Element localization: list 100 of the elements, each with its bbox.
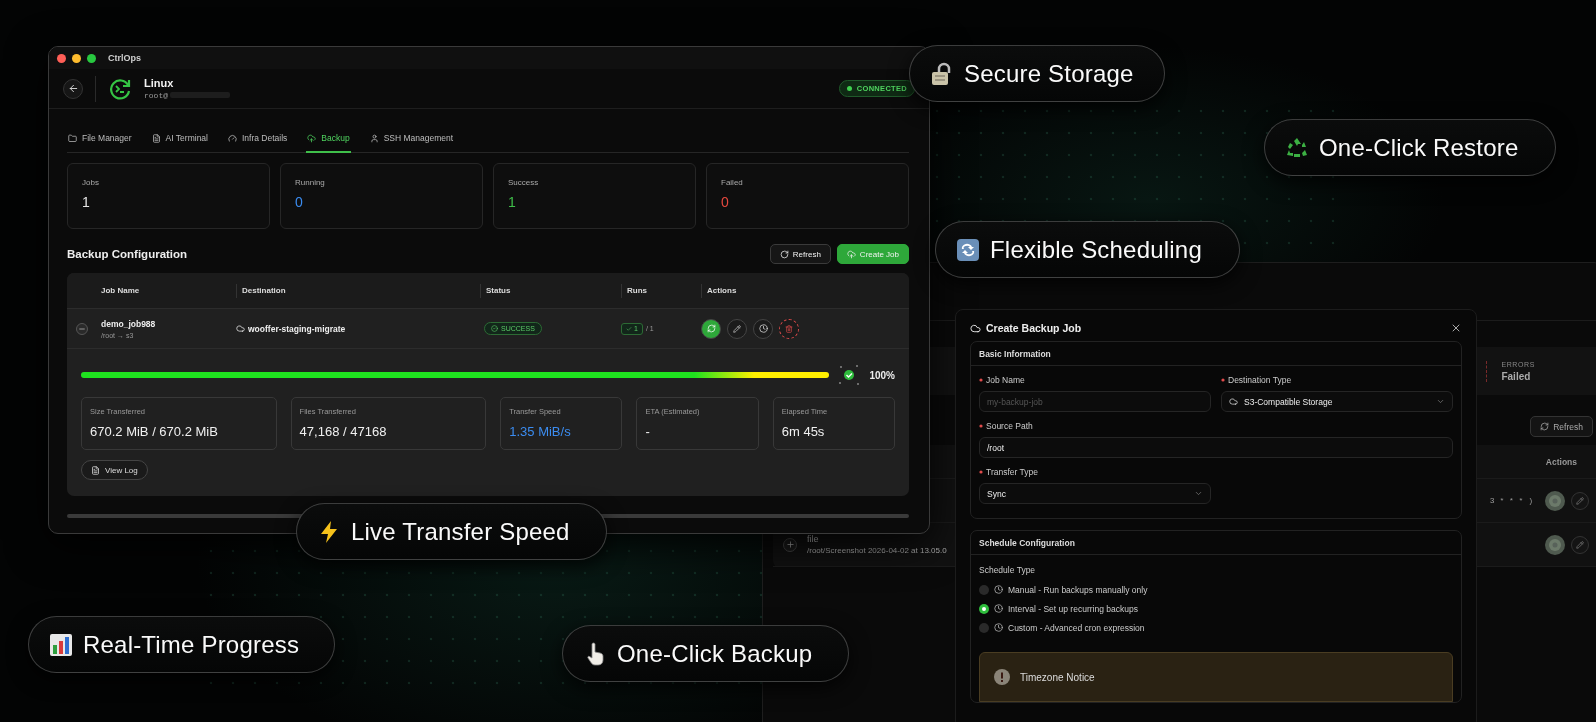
tab[interactable]: Infra Details (226, 125, 289, 153)
check-circle-icon (491, 325, 498, 332)
refresh-button[interactable]: Refresh (769, 244, 831, 264)
feature-badge: Flexible Scheduling (935, 221, 1240, 278)
clock-icon (994, 604, 1003, 613)
column-header: Actions (701, 283, 909, 298)
option-label: Custom - Advanced cron expression (1008, 622, 1145, 633)
expand-toggle[interactable] (783, 537, 797, 552)
user-icon (369, 133, 379, 143)
document-icon (151, 133, 161, 143)
column-header: Runs (621, 283, 701, 298)
tab[interactable]: Backup (306, 125, 351, 153)
stat-label: Jobs (82, 178, 100, 187)
minimize-window-button[interactable] (72, 53, 81, 63)
back-button[interactable] (63, 78, 83, 99)
gauge-icon (227, 133, 237, 143)
clock-icon (994, 623, 1003, 632)
cloud-icon (236, 324, 245, 333)
dialog-title: Create Backup Job (986, 322, 1082, 334)
tab[interactable]: SSH Management (368, 125, 455, 153)
expand-toggle[interactable] (76, 322, 88, 335)
feature-badge: One-Click Backup (562, 625, 849, 682)
notice-title: Timezone Notice (1020, 671, 1095, 683)
radio-button[interactable] (979, 622, 989, 633)
column-header: Destination (236, 283, 480, 298)
stat-value: Failed (1501, 370, 1532, 382)
schedule-button[interactable] (753, 318, 773, 339)
stat-value: 1 (508, 194, 517, 210)
terminal-refresh-icon (108, 76, 132, 101)
field-label: Job Name (986, 375, 1025, 385)
metric-value: 6m 45s (781, 424, 826, 439)
field-label: Transfer Type (986, 467, 1038, 477)
chevron-down-icon (1436, 397, 1445, 406)
cloud-upload-icon (307, 133, 317, 143)
edit-button[interactable] (1571, 535, 1589, 554)
expand-icon (785, 540, 795, 549)
arrow-left-icon (67, 83, 79, 94)
feature-badge: Secure Storage (909, 45, 1165, 102)
close-window-button[interactable] (57, 53, 66, 63)
pencil-icon (1576, 496, 1584, 505)
feature-badge: One-Click Restore (1264, 119, 1556, 176)
window-title: CtrlOps (108, 53, 141, 63)
clock-icon (758, 324, 768, 333)
view-log-button[interactable]: View Log (81, 460, 148, 480)
column-header: Actions (1545, 456, 1577, 467)
destination-name: wooffer-staging-migrate (248, 323, 346, 334)
trash-icon (785, 324, 793, 333)
run-button[interactable] (701, 318, 721, 339)
column-header: Job Name (101, 284, 141, 297)
edit-button[interactable] (1571, 491, 1589, 510)
pencil-icon (1576, 540, 1584, 549)
stat-label: Running (295, 178, 326, 187)
refresh-button[interactable]: Refresh (1530, 416, 1593, 437)
radio-button[interactable] (979, 603, 989, 614)
document-icon (91, 465, 100, 475)
stat-value: 0 (721, 194, 730, 210)
section-title: Schedule Configuration (979, 537, 1075, 548)
job-name: demo_job988 (101, 318, 157, 329)
column-header: Status (480, 283, 621, 298)
chevron-down-icon (1194, 489, 1203, 498)
job-path: /root/Screenshot 2026-04-02 at 13.05.0 (807, 546, 947, 555)
delete-button[interactable] (779, 318, 799, 339)
field-label: Destination Type (1228, 375, 1292, 385)
select-field[interactable]: Sync (979, 483, 1211, 504)
bar-chart-icon (49, 632, 73, 657)
metric-value: - (645, 424, 651, 439)
input-field[interactable]: my-backup-job (979, 391, 1211, 412)
stat-label: Failed (721, 178, 744, 187)
close-icon (1450, 322, 1462, 334)
tab[interactable]: AI Terminal (150, 125, 209, 153)
host-name: Linux (144, 77, 175, 89)
status-circle-icon (1545, 490, 1565, 511)
radio-button[interactable] (979, 584, 989, 595)
stat-label: Success (508, 178, 540, 187)
metric-value: 47,168 / 47168 (299, 424, 388, 439)
section-title: Basic Information (979, 348, 1051, 359)
feature-badge: Real-Time Progress (28, 616, 335, 673)
cloud-icon (970, 322, 981, 334)
field-label: Schedule Type (979, 565, 1037, 575)
edit-button[interactable] (727, 318, 747, 339)
pencil-icon (733, 324, 741, 333)
job-name: file (807, 534, 820, 544)
feature-badge: Live Transfer Speed (296, 503, 607, 560)
select-field[interactable]: S3-Compatible Storage (1221, 391, 1453, 412)
progress-percent: 100% (869, 369, 895, 381)
check-icon (626, 325, 632, 332)
clock-icon (994, 585, 1003, 594)
refresh-icon (779, 249, 789, 259)
metric-value: 670.2 MiB / 670.2 MiB (90, 424, 219, 439)
check-sparkle-icon (837, 363, 862, 387)
input-field[interactable]: /root (979, 437, 1453, 458)
host-user: root@ (144, 91, 168, 100)
schedule-text: 3 * * * ) (1489, 496, 1533, 505)
zoom-window-button[interactable] (87, 53, 96, 63)
option-label: Interval - Set up recurring backups (1008, 603, 1138, 614)
close-button[interactable] (1450, 322, 1462, 334)
cloud-upload-icon (846, 249, 856, 259)
alert-icon (994, 669, 1010, 685)
tab[interactable]: File Manager (67, 125, 133, 153)
refresh-icon (1540, 422, 1550, 431)
